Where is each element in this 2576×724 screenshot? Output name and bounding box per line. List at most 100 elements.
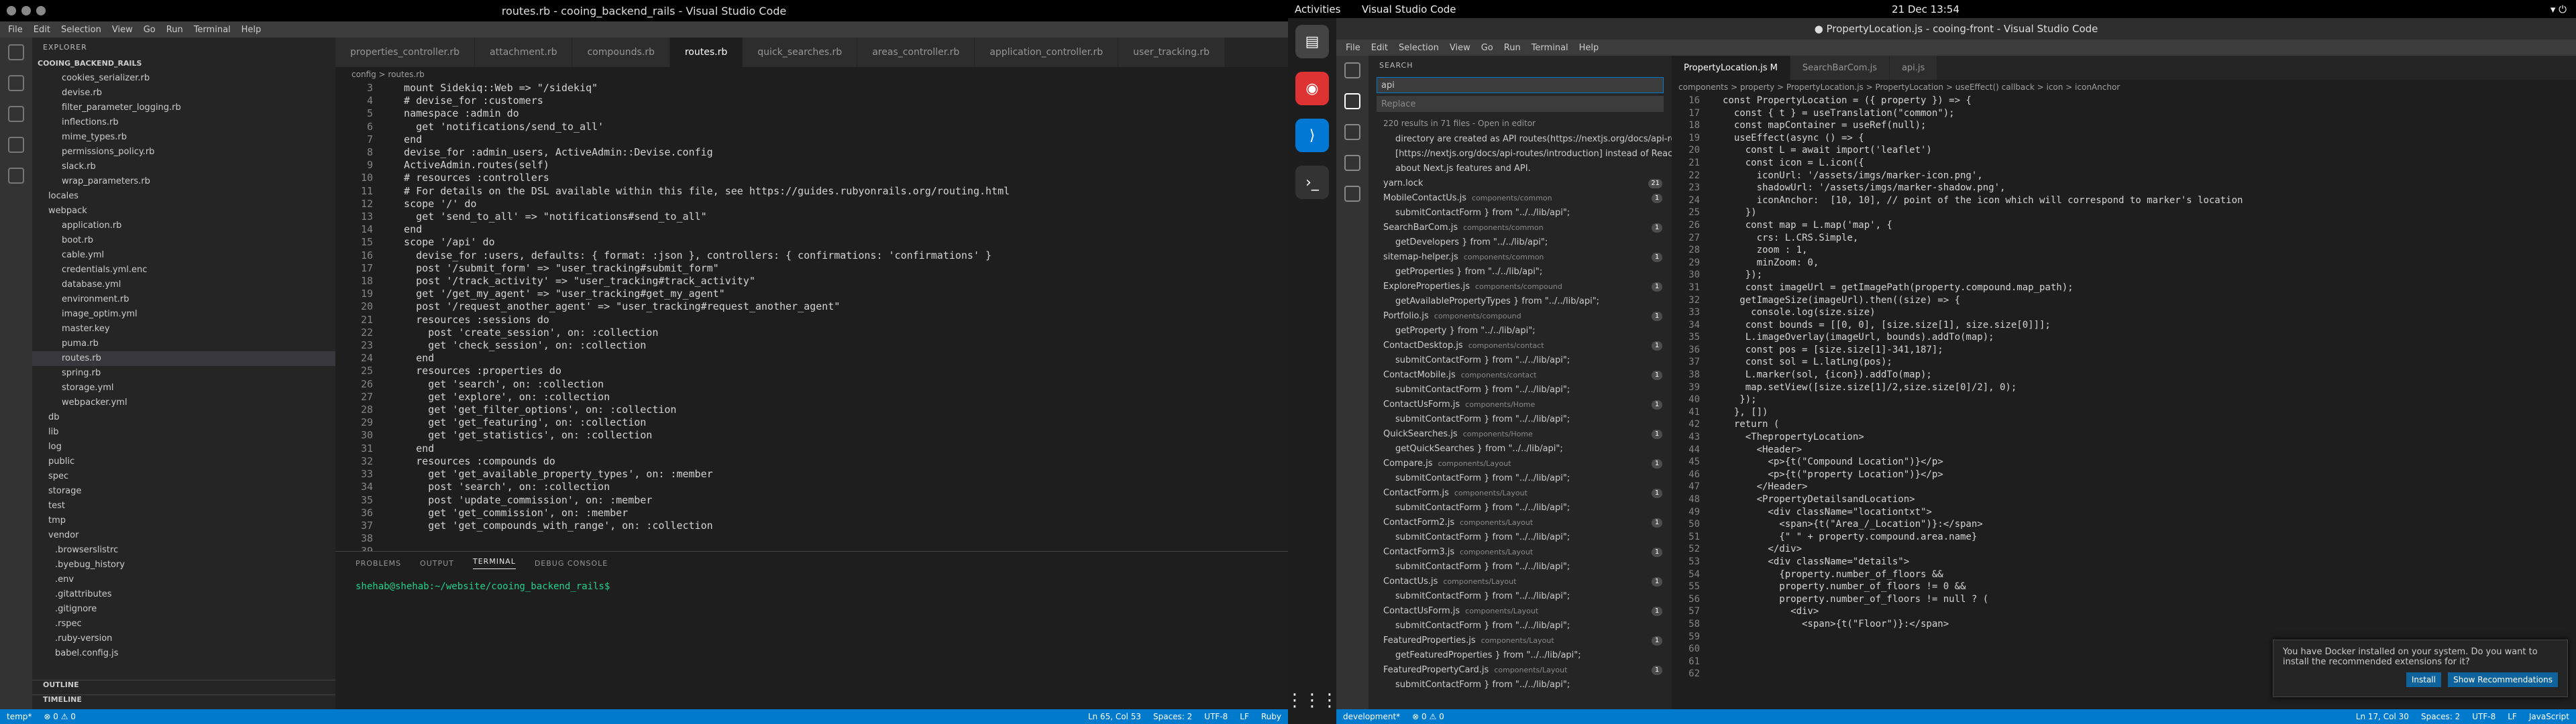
menu-item[interactable]: Help [236,25,267,35]
search-result-match[interactable]: getFeaturedProperties } from "../../lib/… [1368,648,1672,663]
search-icon[interactable] [1344,93,1360,109]
tree-item[interactable]: .env [32,572,335,587]
tree-item[interactable]: inflections.rb [32,115,335,130]
code-line[interactable]: get '/get_my_agent' => "user_tracking#ge… [392,288,1288,300]
search-result-file[interactable]: yarn.lock 21 [1368,176,1672,191]
search-result-match[interactable]: submitContactForm } from "../../lib/api"… [1368,619,1672,634]
code-line[interactable]: resources :compounds do [392,455,1288,468]
tree-item[interactable]: cookies_serializer.rb [32,71,335,86]
search-result-file[interactable]: ContactMobile.js components/contact 1 [1368,368,1672,383]
explorer-icon[interactable] [1344,62,1360,78]
code-line[interactable]: end [392,133,1288,146]
project-root[interactable]: COOING_BACKEND_RAILS [32,56,335,71]
search-result-file[interactable]: FeaturedPropertyCard.js components/Layout… [1368,663,1672,678]
code-line[interactable]: <div className="locationtxt"> [1723,506,2243,519]
tree-item[interactable]: .browserslistrc [32,543,335,558]
code-line[interactable]: const mapContainer = useRef(null); [1723,119,2243,132]
code-line[interactable]: <div> [1723,605,2243,618]
status-item[interactable]: Spaces: 2 [2421,712,2460,721]
status-item[interactable]: ⊗ 0 ⚠ 0 [44,712,76,721]
menu-item[interactable]: Edit [28,25,56,35]
tree-item[interactable]: webpack [32,204,335,219]
code-line[interactable]: L.marker(sol, {icon}).addTo(map); [1723,369,2243,381]
code-line[interactable]: end [392,223,1288,236]
search-result-file[interactable]: ContactUs.js components/Layout 1 [1368,575,1672,589]
status-item[interactable]: JavaScript [2529,712,2569,721]
show-apps-icon[interactable]: ⋮⋮⋮ [1286,684,1338,717]
tree-item[interactable]: babel.config.js [32,646,335,661]
tree-item[interactable]: database.yml [32,278,335,292]
search-result-file[interactable]: FeaturedProperties.js components/Layout 1 [1368,634,1672,648]
code-line[interactable]: <div className="details"> [1723,556,2243,568]
code-line[interactable]: post '/submit_form' => "user_tracking#su… [392,262,1288,275]
editor-tab[interactable]: routes.rb [669,38,743,67]
code-line[interactable]: scope '/' do [392,198,1288,210]
outline-section[interactable]: OUTLINE [32,680,335,695]
code-line[interactable]: namespace :admin do [392,107,1288,120]
code-line[interactable]: </Header> [1723,481,2243,493]
code-line[interactable]: get 'send_to_all' => "notifications#send… [392,210,1288,223]
menu-item[interactable]: Terminal [1526,43,1574,53]
editor-tab[interactable]: PropertyLocation.js M [1672,56,1790,80]
code-line[interactable]: const L = await import('leaflet') [1723,144,2243,157]
search-result-match[interactable]: submitContactForm } from "../../lib/api"… [1368,560,1672,575]
search-result-match[interactable]: [https://nextjs.org/docs/api-routes/intr… [1368,147,1672,162]
search-result-file[interactable]: ContactUsForm.js components/Home 1 [1368,398,1672,412]
code-line[interactable]: ActiveAdmin.routes(self) [392,159,1288,172]
left-code-editor[interactable]: 3 4 5 6 7 8 9 10 11 12 13 14 15 16 17 18 19 20 21 22 23 24 25 2… [335,82,1288,551]
menu-item[interactable]: Go [138,25,161,35]
search-result-match[interactable]: submitContactForm } from "../../lib/api"… [1368,678,1672,692]
search-result-match[interactable]: getQuickSearches } from "../../lib/api"; [1368,442,1672,457]
code-line[interactable]: minZoom: 0, [1723,257,2243,269]
panel-tab[interactable]: DEBUG CONSOLE [535,559,608,568]
code-line[interactable]: devise_for :users, defaults: { format: :… [392,249,1288,262]
search-result-match[interactable]: about Next.js features and API. [1368,162,1672,176]
tree-item[interactable]: wrap_parameters.rb [32,174,335,189]
search-result-file[interactable]: MobileContactUs.js components/common 1 [1368,191,1672,206]
code-line[interactable]: {" " + property.compound.area.name} [1723,531,2243,544]
editor-tab[interactable]: SearchBarCom.js [1790,56,1890,80]
tree-item[interactable]: storage [32,484,335,499]
tree-item[interactable]: spec [32,469,335,484]
tree-item[interactable]: public [32,455,335,469]
code-line[interactable]: </div> [1723,543,2243,556]
menu-item[interactable]: File [1340,43,1366,53]
code-line[interactable]: const icon = L.icon({ [1723,157,2243,170]
search-result-file[interactable]: ExploreProperties.js components/compound 1 [1368,280,1672,294]
source-control-icon[interactable] [1344,124,1360,140]
tree-item[interactable]: environment.rb [32,292,335,307]
code-line[interactable]: end [392,352,1288,365]
search-result-match[interactable]: getAvailablePropertyTypes } from "../../… [1368,294,1672,309]
code-line[interactable]: get 'explore', on: :collection [392,391,1288,404]
code-line[interactable]: post 'update_commission', on: :member [392,494,1288,507]
tree-item[interactable]: test [32,499,335,514]
code-line[interactable]: const PropertyLocation = ({ property }) … [1723,95,2243,107]
active-app-name[interactable]: Visual Studio Code [1362,3,1456,15]
code-line[interactable]: mount Sidekiq::Web => "/sidekiq" [392,82,1288,95]
right-breadcrumb[interactable]: components > property > PropertyLocation… [1672,80,2576,95]
status-item[interactable]: LF [1240,712,1249,721]
code-line[interactable]: get 'get_commission', on: :member [392,507,1288,520]
terminal-icon[interactable]: ›_ [1295,166,1329,199]
tree-item[interactable]: vendor [32,528,335,543]
search-result-file[interactable]: ContactForm2.js components/Layout 1 [1368,516,1672,530]
editor-tab[interactable]: api.js [1889,56,1938,80]
code-line[interactable]: <p>{t("property Location")}</p> [1723,469,2243,481]
run-debug-icon[interactable] [1344,155,1360,171]
tree-item[interactable]: filter_parameter_logging.rb [32,101,335,115]
menu-item[interactable]: Terminal [189,25,236,35]
search-result-match[interactable]: submitContactForm } from "../../lib/api"… [1368,471,1672,486]
tree-item[interactable]: locales [32,189,335,204]
code-line[interactable]: post 'search', on: :collection [392,481,1288,493]
menu-item[interactable]: Help [1574,43,1605,53]
tree-item[interactable]: master.key [32,322,335,337]
search-result-file[interactable]: ContactForm.js components/Layout 1 [1368,486,1672,501]
replace-input[interactable]: Replace [1377,96,1664,112]
search-result-match[interactable]: getProperty } from "../../lib/api"; [1368,324,1672,339]
editor-tab[interactable]: compounds.rb [572,38,670,67]
code-line[interactable]: property.number_of_floors != 0 && [1723,581,2243,593]
code-line[interactable]: {property.number_of_floors && [1723,568,2243,581]
code-line[interactable]: useEffect(async () => { [1723,132,2243,145]
clock[interactable]: 21 Dec 13:54 [1892,3,1960,15]
chrome-icon[interactable]: ◉ [1295,72,1329,105]
